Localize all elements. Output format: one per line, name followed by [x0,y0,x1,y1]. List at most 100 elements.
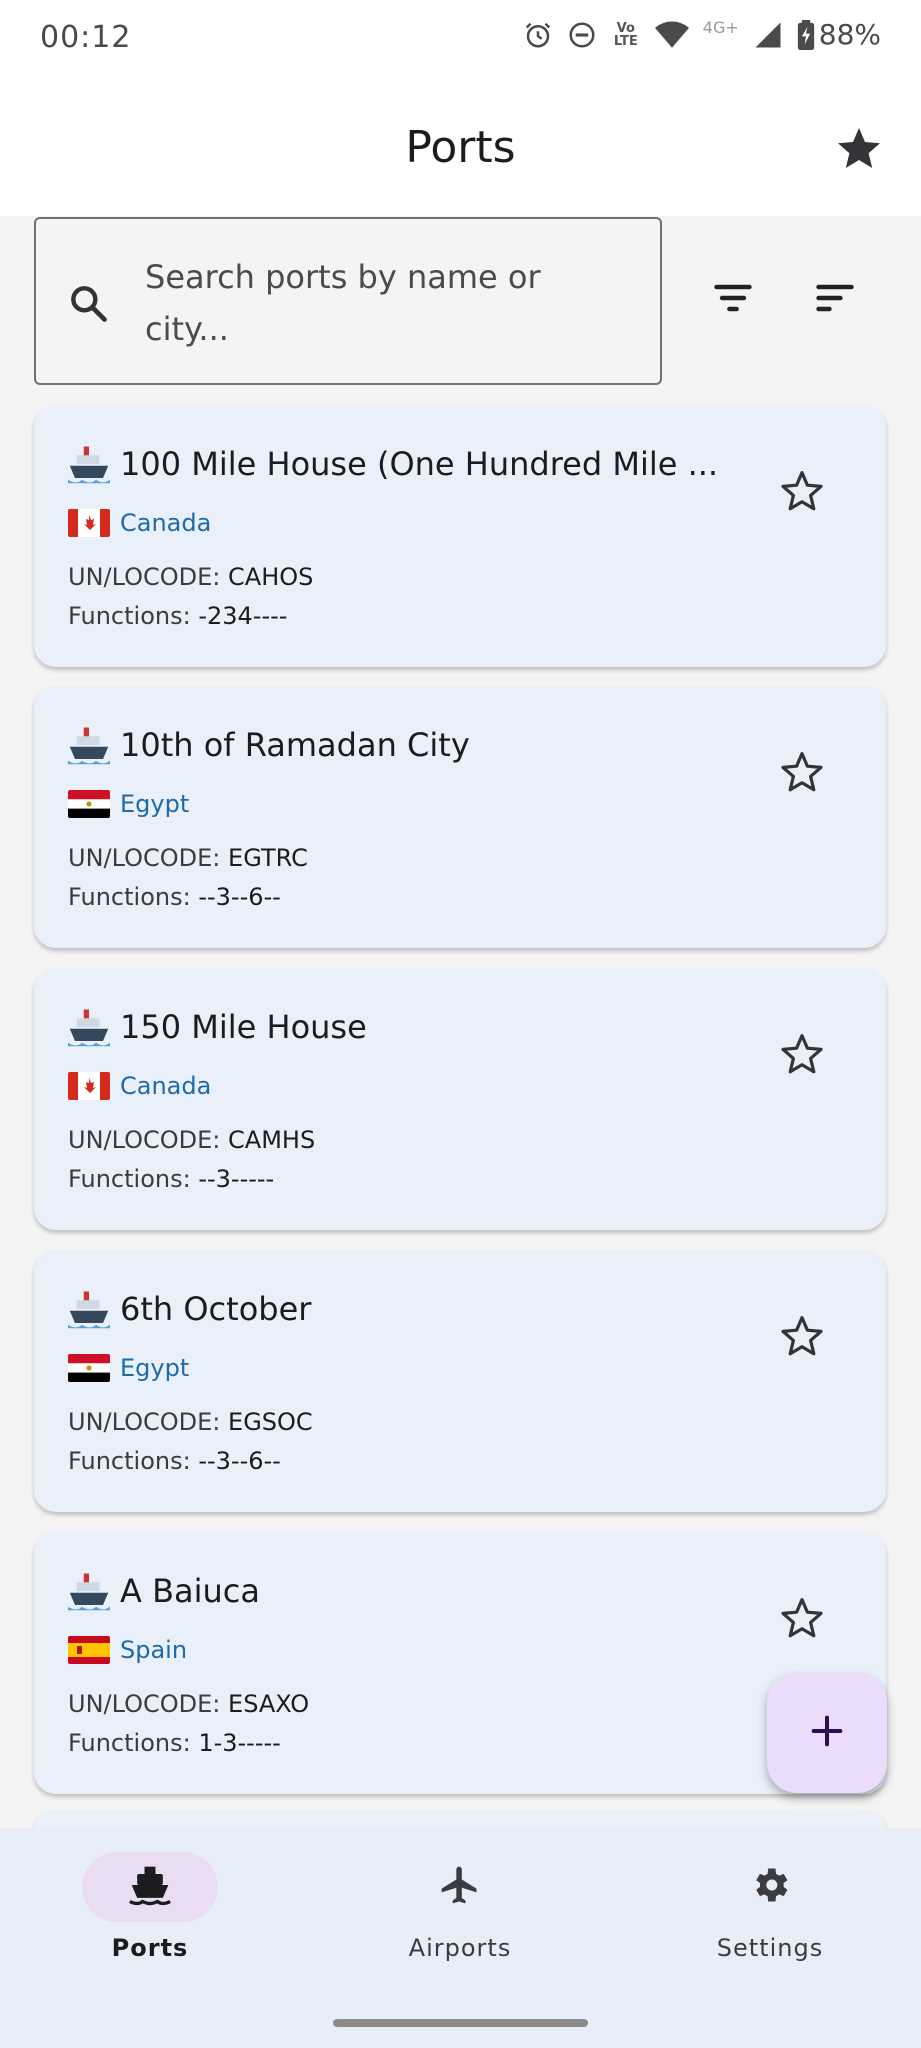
functions-value: 1-3----- [198,1729,281,1757]
port-name: 100 Mile House (One Hundred Mile ... [120,445,719,483]
ship-icon [128,1863,172,1911]
network-type-label: 4G+ [702,18,739,37]
port-title: 100 Mile House (One Hundred Mile ... [68,443,788,485]
functions-row: Functions: --3--6-- [68,883,281,911]
country-row: Egypt [68,790,189,818]
ship-emoji-icon [68,727,110,765]
sort-icon [813,276,857,324]
functions-label: Functions: [68,1165,191,1193]
home-indicator[interactable] [333,2019,588,2027]
functions-row: Functions: --3----- [68,1165,274,1193]
filter-button[interactable] [703,270,763,330]
ship-emoji-icon [68,1573,110,1611]
functions-label: Functions: [68,883,191,911]
app-bar: Ports [0,80,921,216]
bottom-navigation: Ports Airports Settings [0,1828,921,2048]
locode-row: UN/LOCODE: EGSOC [68,1408,313,1436]
alarm-icon [523,20,553,50]
port-title: 150 Mile House [68,1006,788,1048]
port-name: A Baiuca [120,1572,260,1610]
port-country: Spain [120,1636,188,1664]
search-icon [66,281,110,329]
port-card[interactable]: 10th of Ramadan City Egypt UN/LOCODE: EG… [34,686,886,948]
nav-item-settings[interactable]: Settings [620,1852,920,1962]
functions-value: --3----- [198,1165,275,1193]
favorite-star-icon[interactable] [778,1312,826,1360]
functions-row: Functions: 1-3----- [68,1729,281,1757]
dnd-icon [567,20,597,50]
functions-value: --3--6-- [198,883,281,911]
spain-flag-icon [68,1636,110,1664]
port-card[interactable]: A Baiuca Spain UN/LOCODE: ESAXO Function… [34,1532,886,1794]
country-row: Canada [68,509,211,537]
functions-row: Functions: -234---- [68,602,287,630]
status-icons: Vo LTE 4G+ 88% [523,18,881,51]
port-country: Canada [120,509,212,537]
battery-icon [797,19,815,50]
canada-flag-icon [68,509,110,537]
locode-value: CAHOS [228,563,314,591]
port-card[interactable]: 6th October Egypt UN/LOCODE: EGSOC Funct… [34,1250,886,1512]
nav-label-settings: Settings [716,1934,824,1962]
egypt-flag-icon [68,790,110,818]
locode-label: UN/LOCODE: [68,1126,221,1154]
locode-row: UN/LOCODE: CAHOS [68,563,313,591]
port-card[interactable]: 100 Mile House (One Hundred Mile ... Can… [34,405,886,667]
ship-emoji-icon [68,1291,110,1329]
functions-label: Functions: [68,1729,191,1757]
favorite-star-icon[interactable] [778,748,826,796]
nav-item-ports[interactable]: Ports [0,1852,300,1962]
port-name: 6th October [120,1290,312,1328]
functions-label: Functions: [68,1447,191,1475]
country-row: Canada [68,1072,211,1100]
country-row: Egypt [68,1354,189,1382]
search-input[interactable]: Search ports by name or city... [34,217,662,385]
port-country: Egypt [120,790,190,818]
add-port-button[interactable] [767,1673,887,1793]
locode-label: UN/LOCODE: [68,1408,221,1436]
battery-percent: 88% [818,18,881,51]
locode-value: ESAXO [228,1690,310,1718]
nav-pill-airports [392,1852,528,1922]
nav-pill-ports [82,1852,218,1922]
favorite-star-icon[interactable] [778,467,826,515]
locode-row: UN/LOCODE: CAMHS [68,1126,315,1154]
locode-value: CAMHS [228,1126,316,1154]
wifi-icon [654,20,689,50]
locode-label: UN/LOCODE: [68,1690,221,1718]
favorite-star-icon[interactable] [778,1030,826,1078]
gear-icon [748,1863,792,1911]
volte-icon: Vo LTE [613,20,638,49]
search-placeholder: Search ports by name or city... [145,258,541,348]
nav-item-airports[interactable]: Airports [310,1852,610,1962]
sort-button[interactable] [805,270,865,330]
locode-value: EGSOC [228,1408,313,1436]
port-card[interactable]: 150 Mile House Canada UN/LOCODE: CAMHS F… [34,968,886,1230]
port-country: Canada [120,1072,212,1100]
filter-icon [711,276,755,324]
port-title: 6th October [68,1288,788,1330]
port-title: A Baiuca [68,1570,788,1612]
plus-icon [807,1711,847,1755]
port-name: 150 Mile House [120,1008,367,1046]
nav-label-airports: Airports [408,1934,512,1962]
functions-value: --3--6-- [198,1447,281,1475]
functions-row: Functions: --3--6-- [68,1447,281,1475]
signal-icon [753,20,783,50]
status-time: 00:12 [40,20,132,55]
locode-value: EGTRC [228,844,308,872]
locode-label: UN/LOCODE: [68,844,221,872]
country-row: Spain [68,1636,187,1664]
nav-label-ports: Ports [111,1934,189,1962]
locode-label: UN/LOCODE: [68,563,221,591]
canada-flag-icon [68,1072,110,1100]
ship-emoji-icon [68,1009,110,1047]
functions-value: -234---- [198,602,288,630]
nav-pill-settings [702,1852,838,1922]
favorites-star-icon[interactable] [835,124,883,172]
port-title: 10th of Ramadan City [68,724,788,766]
favorite-star-icon[interactable] [778,1594,826,1642]
ship-emoji-icon [68,446,110,484]
port-country: Egypt [120,1354,190,1382]
page-title: Ports [405,122,516,173]
